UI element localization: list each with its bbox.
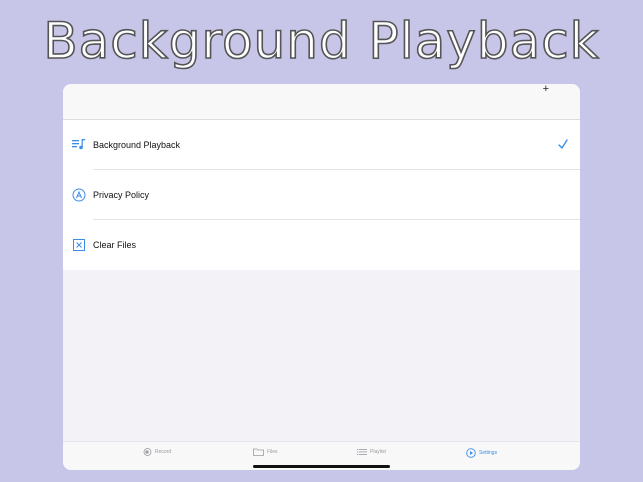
add-icon[interactable]: + (543, 84, 549, 95)
tab-files[interactable]: Files (253, 448, 278, 456)
settings-list: Background Playback Privacy Policy Clear… (63, 120, 580, 270)
home-indicator[interactable] (253, 465, 390, 468)
tab-record[interactable]: Record (143, 448, 171, 456)
play-circle-icon (466, 448, 476, 458)
folder-icon (253, 448, 264, 456)
app-store-icon (72, 188, 86, 202)
camera-icon (143, 448, 152, 456)
app-window: + Background Playback Privacy Policy Cle… (63, 84, 580, 470)
settings-row-label: Background Playback (93, 140, 181, 150)
navigation-bar: + (63, 84, 580, 120)
settings-row-privacy-policy[interactable]: Privacy Policy (63, 170, 580, 220)
page-headline: Background Playback (43, 11, 600, 71)
tab-label: Playlist (370, 449, 386, 455)
settings-row-label: Privacy Policy (93, 190, 150, 200)
settings-row-clear-files[interactable]: Clear Files (63, 220, 580, 270)
settings-row-label: Clear Files (93, 240, 137, 250)
tab-label: Record (155, 449, 172, 455)
tab-bar: Record Files Playlist Settings (63, 441, 580, 470)
music-list-icon (72, 139, 86, 150)
tab-label: Settings (479, 450, 498, 456)
settings-row-background-playback[interactable]: Background Playback (63, 120, 580, 170)
list-icon (357, 449, 367, 455)
checkmark-icon (558, 139, 568, 149)
clear-x-icon (73, 239, 85, 251)
tab-settings[interactable]: Settings (466, 448, 497, 458)
tab-label: Files (267, 449, 278, 455)
tab-playlist[interactable]: Playlist (357, 448, 386, 456)
